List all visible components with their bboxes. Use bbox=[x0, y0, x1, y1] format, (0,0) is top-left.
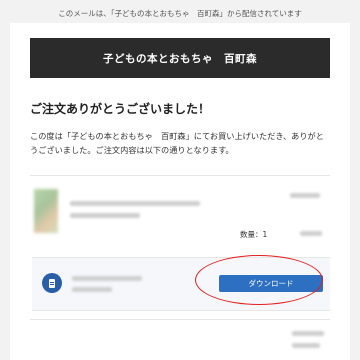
divider bbox=[30, 175, 330, 176]
redacted-product-detail bbox=[70, 213, 140, 218]
divider bbox=[30, 319, 330, 320]
redacted-file-info bbox=[72, 287, 112, 292]
redacted-product-name bbox=[70, 201, 200, 206]
redacted-total bbox=[292, 331, 324, 336]
redacted-price bbox=[290, 193, 320, 198]
store-header: 子どもの本とおもちゃ 百町森 bbox=[30, 38, 330, 78]
quantity-label: 数量：1 bbox=[240, 230, 268, 239]
redacted-shipping bbox=[292, 343, 320, 348]
file-icon bbox=[42, 273, 62, 293]
thanks-heading: ご注文ありがとうございました！ bbox=[30, 102, 211, 116]
delivery-notice: このメールは、「子どもの本とおもちゃ 百町森」から配信されています bbox=[58, 9, 302, 18]
store-title: 子どもの本とおもちゃ 百町森 bbox=[103, 52, 257, 65]
redacted-subtotal bbox=[300, 231, 322, 236]
thanks-message: この度は「子どもの本とおもちゃ 百町森」にてお買い上げいただき、ありがとうござい… bbox=[30, 131, 324, 155]
email-card: 子どもの本とおもちゃ 百町森 ご注文ありがとうございました！ この度は「子どもの… bbox=[10, 23, 350, 360]
product-thumbnail bbox=[34, 189, 58, 233]
redacted-file-name bbox=[72, 276, 142, 281]
highlight-ellipse bbox=[195, 255, 323, 305]
